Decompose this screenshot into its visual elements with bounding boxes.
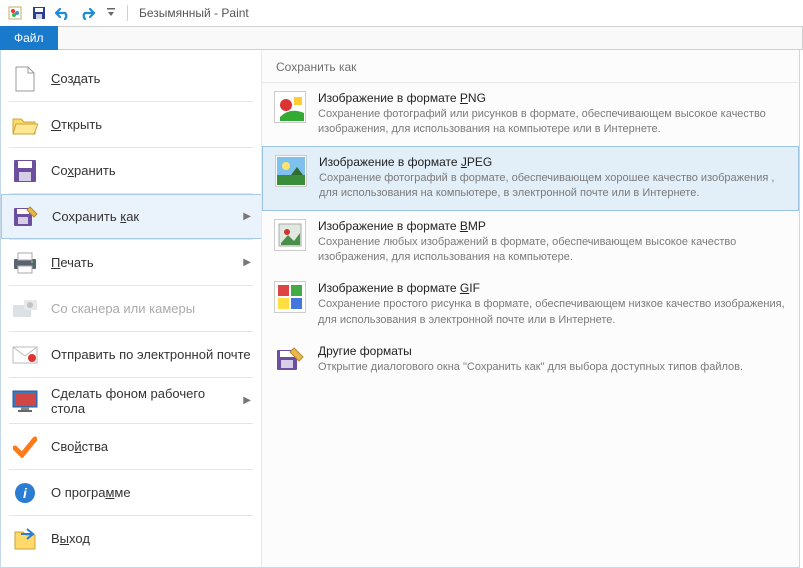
sidebar-item-print[interactable]: Печать ▶	[1, 240, 261, 285]
folder-open-icon	[11, 111, 39, 139]
file-tab[interactable]: Файл	[0, 26, 58, 50]
backstage: Создать Открыть Сохранить Сохранить как …	[0, 50, 800, 568]
redo-qat-button[interactable]	[76, 2, 98, 24]
jpeg-icon	[275, 155, 307, 187]
sidebar-item-label: О программе	[51, 485, 251, 500]
sidebar-item-open[interactable]: Открыть	[1, 102, 261, 147]
info-icon: i	[11, 479, 39, 507]
qat-customize-button[interactable]	[100, 2, 122, 24]
sidebar-item-label: Создать	[51, 71, 251, 86]
format-title: Изображение в формате PNG	[318, 91, 787, 105]
scanner-icon	[11, 295, 39, 323]
exit-icon	[11, 525, 39, 553]
sidebar-item-new[interactable]: Создать	[1, 56, 261, 101]
sidebar-item-save[interactable]: Сохранить	[1, 148, 261, 193]
save-as-panel: Сохранить как Изображение в формате PNG …	[262, 50, 799, 567]
format-jpeg[interactable]: Изображение в формате JPEG Сохранение фо…	[262, 146, 799, 211]
sidebar-item-label: Со сканера или камеры	[51, 301, 251, 316]
window-title: Безымянный - Paint	[139, 6, 249, 20]
desktop-icon	[11, 387, 39, 415]
sidebar-item-about[interactable]: i О программе	[1, 470, 261, 515]
format-other[interactable]: Другие форматы Открытие диалогового окна…	[262, 336, 799, 384]
chevron-right-icon: ▶	[243, 211, 251, 222]
qat-divider	[127, 5, 128, 21]
sidebar-item-label: Отправить по электронной почте	[51, 347, 251, 362]
sidebar-item-label: Свойства	[51, 439, 251, 454]
save-as-other-icon	[274, 344, 306, 376]
chevron-right-icon: ▶	[243, 257, 251, 268]
format-gif[interactable]: Изображение в формате GIF Сохранение про…	[262, 273, 799, 336]
sidebar-item-label: Выход	[51, 531, 251, 546]
sidebar-item-save-as[interactable]: Сохранить как ▶	[1, 194, 261, 239]
format-bmp[interactable]: Изображение в формате BMP Сохранение люб…	[262, 211, 799, 274]
chevron-right-icon: ▶	[243, 395, 251, 406]
sidebar-item-exit[interactable]: Выход	[1, 516, 261, 561]
sidebar-item-label: Открыть	[51, 117, 251, 132]
ribbon-tabs: Файл	[0, 26, 803, 50]
new-file-icon	[11, 65, 39, 93]
sidebar-item-label: Сохранить как	[52, 209, 231, 224]
png-icon	[274, 91, 306, 123]
undo-qat-button[interactable]	[52, 2, 74, 24]
app-icon	[4, 2, 26, 24]
format-title: Изображение в формате JPEG	[319, 155, 786, 169]
format-title: Изображение в формате GIF	[318, 281, 787, 295]
gif-icon	[274, 281, 306, 313]
save-as-icon	[12, 203, 40, 231]
checkmark-icon	[11, 433, 39, 461]
format-title: Другие форматы	[318, 344, 787, 358]
sidebar-item-wallpaper[interactable]: Сделать фоном рабочего стола ▶	[1, 378, 261, 423]
panel-header: Сохранить как	[262, 50, 799, 83]
format-desc: Сохранение любых изображений в формате, …	[318, 235, 787, 266]
format-desc: Сохранение фотографий в формате, обеспеч…	[319, 171, 786, 202]
sidebar-item-scanner: Со сканера или камеры	[1, 286, 261, 331]
format-title: Изображение в формате BMP	[318, 219, 787, 233]
bmp-icon	[274, 219, 306, 251]
sidebar-item-email[interactable]: Отправить по электронной почте	[1, 332, 261, 377]
format-desc: Сохранение фотографий или рисунков в фор…	[318, 107, 787, 138]
ribbon-empty	[58, 26, 803, 49]
sidebar-item-properties[interactable]: Свойства	[1, 424, 261, 469]
format-desc: Открытие диалогового окна "Сохранить как…	[318, 360, 787, 375]
file-menu-sidebar: Создать Открыть Сохранить Сохранить как …	[1, 50, 262, 567]
print-icon	[11, 249, 39, 277]
titlebar: Безымянный - Paint	[0, 0, 803, 26]
format-desc: Сохранение простого рисунка в формате, о…	[318, 297, 787, 328]
sidebar-item-label: Печать	[51, 255, 231, 270]
sidebar-item-label: Сохранить	[51, 163, 251, 178]
save-qat-button[interactable]	[28, 2, 50, 24]
format-png[interactable]: Изображение в формате PNG Сохранение фот…	[262, 83, 799, 146]
envelope-icon	[11, 341, 39, 369]
sidebar-item-label: Сделать фоном рабочего стола	[51, 386, 231, 416]
save-icon	[11, 157, 39, 185]
